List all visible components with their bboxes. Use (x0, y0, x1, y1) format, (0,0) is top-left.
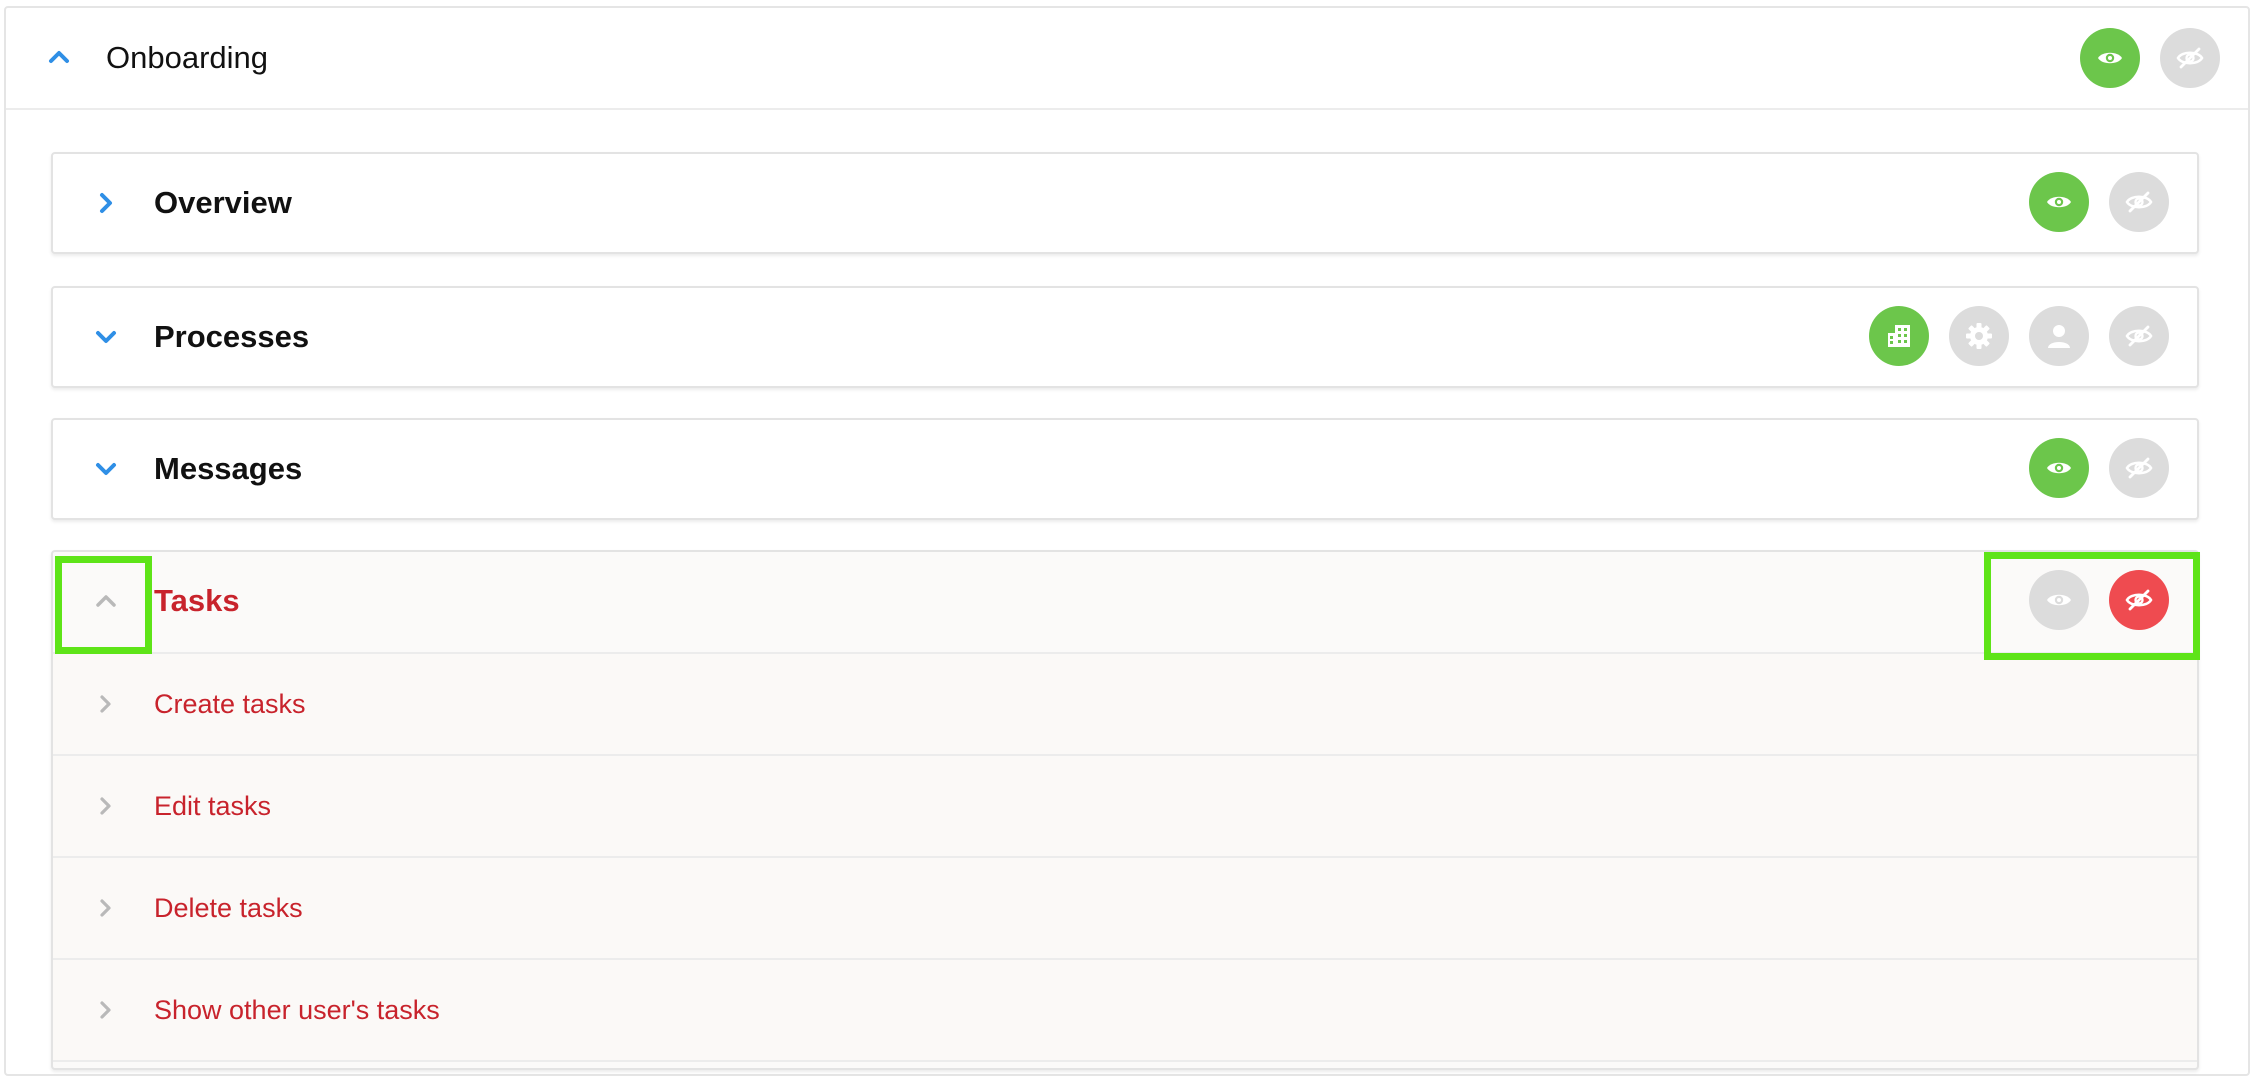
chevron-down-icon[interactable] (91, 454, 121, 484)
chevron-right-icon[interactable] (91, 690, 119, 718)
messages-header[interactable]: Messages (53, 420, 2197, 518)
show-button[interactable] (2029, 172, 2089, 232)
eye-icon (2047, 462, 2071, 474)
chevron-up-icon[interactable] (44, 42, 74, 72)
task-permission-row[interactable]: Create tasks (53, 654, 2197, 756)
show-button[interactable] (2080, 28, 2140, 88)
show-button[interactable] (2029, 438, 2089, 498)
overview-actions (2029, 172, 2169, 232)
messages-section: Messages (51, 418, 2199, 520)
tasks-title: Tasks (154, 583, 240, 618)
task-permission-label: Delete tasks (154, 893, 303, 923)
hide-button[interactable] (2109, 306, 2169, 366)
tasks-actions (2029, 570, 2169, 630)
messages-title: Messages (154, 451, 303, 486)
task-permission-label: Create tasks (154, 689, 306, 719)
company-scope-button[interactable] (1869, 306, 1929, 366)
processes-actions (1869, 306, 2169, 366)
task-permission-row[interactable]: Edit tasks (53, 756, 2197, 858)
eye-slash-icon (2125, 589, 2153, 611)
hide-button[interactable] (2160, 28, 2220, 88)
task-permission-row[interactable]: Show other user's tasks (53, 960, 2197, 1062)
settings-scope-button[interactable] (1949, 306, 2009, 366)
eye-slash-icon (2125, 457, 2153, 479)
show-button[interactable] (2029, 570, 2089, 630)
chevron-right-icon[interactable] (91, 996, 119, 1024)
onboarding-header[interactable]: Onboarding (6, 8, 2248, 110)
user-icon (2048, 325, 2070, 348)
eye-slash-icon (2176, 47, 2204, 69)
user-scope-button[interactable] (2029, 306, 2089, 366)
chevron-down-icon[interactable] (91, 322, 121, 352)
messages-actions (2029, 438, 2169, 498)
overview-section: Overview (51, 152, 2199, 254)
processes-header[interactable]: Processes (53, 288, 2197, 386)
onboarding-title: Onboarding (106, 40, 269, 75)
chevron-up-icon[interactable] (91, 586, 121, 616)
chevron-right-icon[interactable] (91, 792, 119, 820)
hide-button[interactable] (2109, 570, 2169, 630)
tasks-section: Tasks Create tasks Edit tasks Delete tas… (51, 550, 2199, 1070)
building-icon (1888, 325, 1910, 347)
overview-title: Overview (154, 185, 292, 220)
eye-icon (2047, 594, 2071, 606)
hide-button[interactable] (2109, 172, 2169, 232)
eye-icon (2047, 196, 2071, 208)
eye-slash-icon (2125, 191, 2153, 213)
gear-icon (1966, 323, 1992, 349)
hide-button[interactable] (2109, 438, 2169, 498)
task-permission-row[interactable]: Delete tasks (53, 858, 2197, 960)
task-permission-label: Show other user's tasks (154, 995, 440, 1025)
eye-icon (2098, 52, 2122, 64)
onboarding-actions (2080, 28, 2220, 88)
overview-header[interactable]: Overview (53, 154, 2197, 252)
processes-title: Processes (154, 319, 310, 354)
task-permission-label: Edit tasks (154, 791, 272, 821)
processes-section: Processes (51, 286, 2199, 388)
chevron-right-icon[interactable] (91, 188, 121, 218)
tasks-header[interactable]: Tasks (53, 552, 2197, 654)
chevron-right-icon[interactable] (91, 894, 119, 922)
eye-slash-icon (2125, 325, 2153, 347)
